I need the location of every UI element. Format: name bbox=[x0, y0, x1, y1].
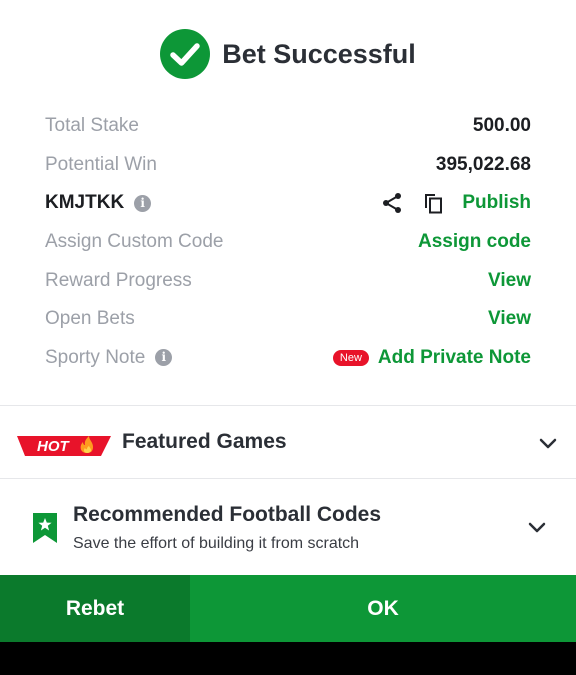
booking-code: KMJTKK bbox=[45, 192, 125, 214]
total-stake-label: Total Stake bbox=[45, 115, 139, 137]
hot-badge-text: HOT bbox=[37, 438, 71, 455]
featured-games-section[interactable]: HOT Featured Games bbox=[0, 406, 576, 478]
total-stake-row: Total Stake 500.00 bbox=[45, 107, 531, 146]
bet-details: Total Stake 500.00 Potential Win 395,022… bbox=[45, 107, 531, 377]
check-circle-icon bbox=[160, 29, 211, 79]
share-icon[interactable] bbox=[380, 191, 404, 215]
booking-code-row: KMJTKK i Publish bbox=[45, 184, 531, 223]
chevron-down-icon[interactable] bbox=[538, 433, 558, 453]
rebet-button[interactable]: Rebet bbox=[0, 575, 190, 642]
open-bets-view-link[interactable]: View bbox=[488, 308, 531, 330]
ok-button[interactable]: OK bbox=[190, 575, 576, 642]
chevron-down-icon[interactable] bbox=[527, 517, 547, 537]
hot-badge: HOT bbox=[17, 436, 111, 456]
open-bets-label: Open Bets bbox=[45, 308, 135, 330]
new-badge: New bbox=[332, 349, 369, 366]
recommended-codes-title: Recommended Football Codes bbox=[73, 503, 382, 526]
sporty-note-label: Sporty Note bbox=[45, 346, 146, 368]
info-icon[interactable]: i bbox=[155, 349, 173, 367]
bet-success-sheet: Bet Successful Total Stake 500.00 Potent… bbox=[0, 0, 576, 642]
recommended-codes-subtitle: Save the effort of building it from scra… bbox=[73, 535, 360, 552]
publish-link[interactable]: Publish bbox=[462, 192, 531, 214]
assign-code-link[interactable]: Assign code bbox=[418, 231, 531, 253]
header: Bet Successful bbox=[0, 28, 576, 80]
potential-win-value: 395,022.68 bbox=[435, 153, 531, 175]
potential-win-label: Potential Win bbox=[45, 153, 157, 175]
custom-code-row: Assign Custom Code Assign code bbox=[45, 223, 531, 262]
copy-icon[interactable] bbox=[421, 191, 445, 215]
info-icon[interactable]: i bbox=[134, 194, 152, 212]
page-title: Bet Successful bbox=[222, 38, 416, 69]
featured-games-title: Featured Games bbox=[122, 430, 287, 453]
reward-progress-row: Reward Progress View bbox=[45, 261, 531, 300]
total-stake-value: 500.00 bbox=[472, 115, 531, 137]
sporty-note-row: Sporty Note i New Add Private Note bbox=[45, 339, 531, 378]
custom-code-label: Assign Custom Code bbox=[45, 231, 224, 253]
add-private-note-link[interactable]: Add Private Note bbox=[378, 347, 531, 369]
bookmark-star-icon bbox=[33, 513, 57, 543]
system-bottom-bar bbox=[0, 642, 576, 675]
potential-win-row: Potential Win 395,022.68 bbox=[45, 146, 531, 185]
open-bets-row: Open Bets View bbox=[45, 300, 531, 339]
recommended-codes-section[interactable]: Recommended Football Codes Save the effo… bbox=[0, 479, 576, 575]
reward-progress-label: Reward Progress bbox=[45, 269, 192, 291]
reward-progress-view-link[interactable]: View bbox=[488, 270, 531, 292]
